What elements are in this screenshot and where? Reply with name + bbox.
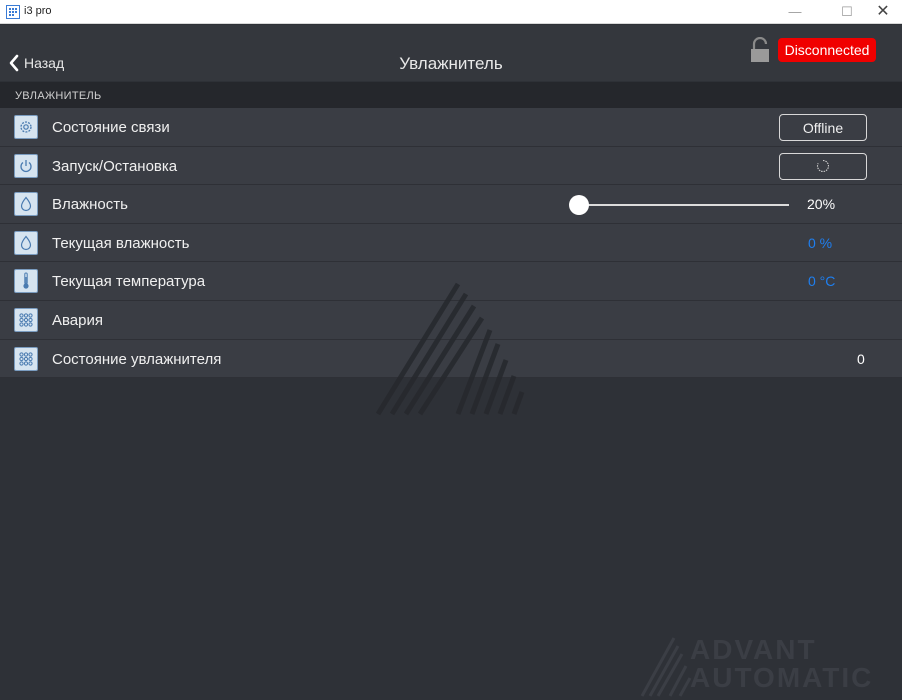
start-stop-button[interactable]: [779, 152, 867, 180]
humidifier-state-value: 0: [857, 350, 865, 367]
connection-status-badge: Disconnected: [778, 38, 876, 62]
brand-watermark: ADVANT AUTOMATIC: [640, 632, 902, 700]
row-label: Влажность: [52, 196, 128, 214]
current-temperature-value: 0 °C: [808, 273, 836, 290]
drop-icon: [14, 192, 38, 217]
maximize-button[interactable]: ☐: [830, 0, 864, 24]
row-label: Состояние увлажнителя: [52, 350, 222, 368]
row-label: Запуск/Остановка: [52, 157, 178, 175]
row-label: Состояние связи: [52, 119, 170, 136]
brand-logo-mark: [640, 637, 692, 697]
app-icon: [6, 5, 20, 19]
spinner-icon: [817, 160, 829, 173]
unlocked-lock-icon[interactable]: [750, 37, 770, 63]
current-humidity-value: 0 %: [808, 234, 833, 251]
grid-icon: [14, 307, 38, 332]
power-icon: [14, 153, 38, 178]
slider-thumb[interactable]: [569, 195, 589, 216]
app-header: Назад Увлажнитель Disconnected: [0, 25, 902, 81]
row-start-stop: Запуск/Остановка: [0, 146, 902, 186]
slider-track[interactable]: [579, 204, 789, 207]
humidity-slider[interactable]: [569, 195, 789, 216]
humidity-setpoint-value: 20%: [807, 196, 836, 213]
row-label: Авария: [52, 311, 103, 329]
drop-icon: [14, 230, 38, 255]
row-label: Текущая влажность: [52, 234, 190, 252]
row-current-humidity: Текущая влажность 0 %: [0, 223, 902, 263]
close-button[interactable]: ✕: [866, 0, 900, 24]
minimize-button[interactable]: —: [778, 0, 812, 24]
watermark-logo: [375, 282, 525, 416]
row-humidity-setpoint: Влажность 20%: [0, 185, 902, 224]
row-label: Текущая температура: [52, 273, 206, 291]
window-titlebar: i3 pro — ☐ ✕: [0, 0, 902, 24]
thermometer-icon: [14, 269, 38, 294]
connection-status-button[interactable]: Offline: [779, 114, 867, 141]
brand-text-line2: AUTOMATIC: [690, 662, 874, 693]
row-connection-status: Состояние связи Offline: [0, 108, 902, 147]
window-title: i3 pro: [24, 5, 52, 17]
gear-icon: [14, 115, 38, 139]
section-header: УВЛАЖНИТЕЛЬ: [0, 82, 902, 108]
grid-icon: [14, 346, 38, 371]
